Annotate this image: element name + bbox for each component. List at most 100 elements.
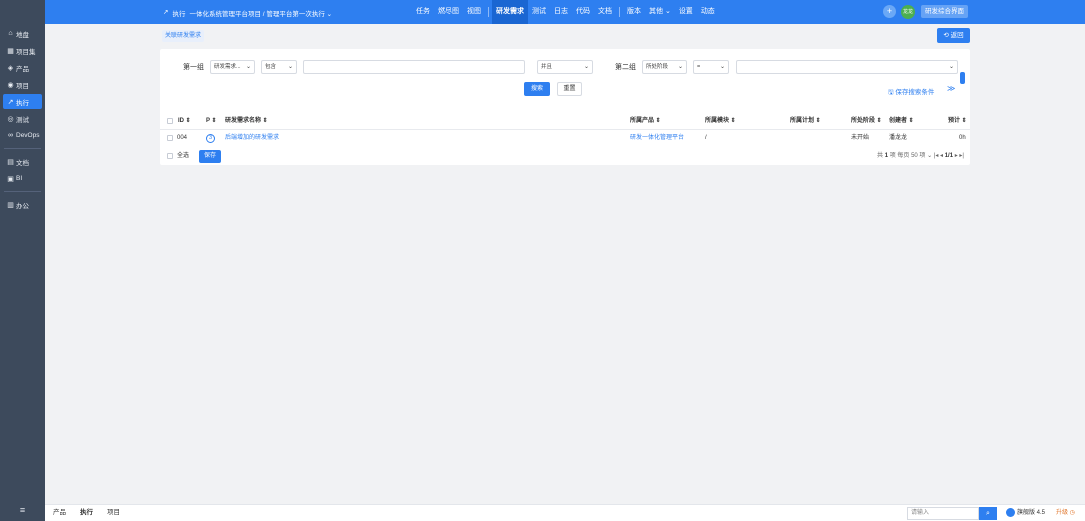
row-creator: 潘龙龙 <box>889 135 908 141</box>
infinity-icon: ∞ <box>8 132 13 139</box>
sidebar-item-devops[interactable]: ∞ DevOps <box>3 128 42 143</box>
breadcrumb-root[interactable]: 执行 <box>172 8 185 18</box>
execution-icon: ↗ <box>7 98 14 106</box>
sidebar-item-label: 产品 <box>16 65 29 73</box>
header-checkbox[interactable] <box>167 118 173 124</box>
sidebar-menu-toggle-icon[interactable]: ≡ <box>0 505 45 515</box>
group2-operator-select[interactable]: = ⌄ <box>693 60 729 74</box>
back-button[interactable]: ⟲ 返回 <box>937 28 970 43</box>
prev-page-icon[interactable]: ◂ <box>940 153 943 159</box>
bottom-tab-execution[interactable]: 执行 <box>80 505 93 521</box>
per-page-select[interactable]: 每页 50 项 ⌄ <box>897 153 932 159</box>
nav-test[interactable]: 测试 <box>528 0 550 24</box>
breadcrumb-project-switcher[interactable]: 一体化系统管理平台项目 / 管理平台第一次执行 ⌄ <box>189 8 332 18</box>
group2-field-value: 所处阶段 <box>646 64 669 70</box>
home-icon: ⌂ <box>8 30 13 37</box>
group2-field-select[interactable]: 所处阶段 ⌄ <box>642 60 687 74</box>
sidebar-item-doc[interactable]: ▤ 文档 <box>3 154 42 169</box>
nav-log[interactable]: 日志 <box>550 0 572 24</box>
nav-view[interactable]: 视图 <box>463 0 485 24</box>
group1-operator-value: 包含 <box>265 64 277 70</box>
column-header-name[interactable]: 研发需求名称 ⇕ <box>225 113 268 130</box>
column-header-stage[interactable]: 所处阶段 ⇕ <box>851 113 882 130</box>
group1-value-input[interactable] <box>303 60 525 74</box>
sidebar-item-execution[interactable]: ↗ 执行 <box>3 94 42 109</box>
reset-button[interactable]: 重置 <box>557 82 582 96</box>
bottom-tab-project[interactable]: 项目 <box>107 505 120 521</box>
sidebar-item-label: 执行 <box>16 99 29 107</box>
plus-icon[interactable]: + <box>883 5 896 18</box>
chevron-down-icon: ⌄ <box>245 64 251 70</box>
sidebar-item-office[interactable]: ▥ 办公 <box>3 197 42 212</box>
nav-settings[interactable]: 设置 <box>675 0 697 24</box>
save-button[interactable]: 保存 <box>199 150 221 163</box>
search-form-scrollbar[interactable] <box>960 72 965 84</box>
save-search-condition-link[interactable]: 🖫 保存搜索条件 <box>888 86 934 99</box>
first-page-icon[interactable]: |◂ <box>934 153 939 159</box>
group1-label: 第一组 <box>183 64 204 71</box>
select-all-checkbox[interactable] <box>167 153 173 159</box>
table-footer: 全选 保存 共 1 项 每页 50 项 ⌄ |◂ ◂ 1/1 ▸ ▸| <box>160 148 970 165</box>
bottom-bar: 产品 执行 项目 请输入 ⌕ 旗舰版 4.5 升级 ◷ <box>45 504 1085 521</box>
column-header-estimate[interactable]: 预计 ⇕ <box>948 113 967 130</box>
nav-story[interactable]: 研发需求 <box>492 0 528 24</box>
document-icon: ▤ <box>7 158 14 166</box>
sidebar-item-test[interactable]: ◎ 测试 <box>3 111 42 126</box>
column-header-id[interactable]: ID ⇕ <box>178 113 191 130</box>
group1-field-value: 研发需求... <box>214 64 241 70</box>
nav-other-dropdown[interactable]: 其他 ⌄ <box>645 0 675 24</box>
nav-dynamic[interactable]: 动态 <box>697 0 719 24</box>
version-info: 旗舰版 4.5 <box>1006 505 1045 521</box>
avatar[interactable]: 龙龙 <box>901 5 915 19</box>
link-story-button[interactable]: 关联研发需求 <box>162 30 205 42</box>
save-search-condition-label: 保存搜索条件 <box>895 89 935 96</box>
sidebar-item-label: 项目 <box>16 82 29 90</box>
row-product-link[interactable]: 研发一体化管理平台 <box>630 130 684 147</box>
column-header-creator[interactable]: 创建者 ⇕ <box>889 113 914 130</box>
main-nav: 任务 燃尽图 视图 研发需求 测试 日志 代码 文档 版本 其他 ⌄ 设置 动态 <box>412 0 719 24</box>
sidebar-item-label: 文档 <box>16 159 29 167</box>
sidebar-item-dashboard[interactable]: ⌂ 地盘 <box>3 26 42 41</box>
sidebar-item-label: DevOps <box>16 132 40 139</box>
search-icon[interactable]: ⌕ <box>979 507 997 520</box>
column-header-priority[interactable]: P ⇕ <box>206 113 217 130</box>
project-icon: ◉ <box>7 81 14 89</box>
nav-build[interactable]: 版本 <box>623 0 645 24</box>
nav-task[interactable]: 任务 <box>412 0 434 24</box>
row-story-name-link[interactable]: 后端增加的研发需求 <box>225 130 279 147</box>
row-id: 004 <box>177 135 188 141</box>
last-page-icon[interactable]: ▸| <box>959 153 964 159</box>
sidebar-divider <box>4 148 41 149</box>
switch-interface-button[interactable]: 研发综合界面 <box>921 5 968 18</box>
nav-doc[interactable]: 文档 <box>594 0 616 24</box>
global-search-input[interactable]: 请输入 <box>907 507 979 520</box>
nav-burndown[interactable]: 燃尽图 <box>434 0 463 24</box>
row-checkbox[interactable] <box>167 135 173 141</box>
nav-code[interactable]: 代码 <box>572 0 594 24</box>
column-header-module[interactable]: 所属模块 ⇕ <box>705 113 736 130</box>
row-stage: 未开始 <box>851 135 870 141</box>
column-header-plan[interactable]: 所属计划 ⇕ <box>790 113 821 130</box>
sidebar-divider <box>4 191 41 192</box>
upgrade-link[interactable]: 升级 ◷ <box>1056 505 1075 521</box>
search-button[interactable]: 搜索 <box>524 82 550 96</box>
group2-value-select[interactable]: ⌄ <box>736 60 958 74</box>
group1-field-select[interactable]: 研发需求... ⌄ <box>210 60 255 74</box>
column-header-product[interactable]: 所属产品 ⇕ <box>630 113 661 130</box>
sidebar-logo-area <box>0 0 45 24</box>
sidebar: ⌂ 地盘 ▦ 项目集 ◈ 产品 ◉ 项目 ↗ 执行 ◎ 测试 ∞ DevOps ▤ 文档 ▣ BI… <box>0 0 45 521</box>
sidebar-item-label: BI <box>16 175 23 182</box>
select-all-label[interactable]: 全选 <box>177 148 189 165</box>
expand-search-icon[interactable]: ≫ <box>947 84 955 93</box>
office-icon: ▥ <box>7 201 14 209</box>
sidebar-item-product[interactable]: ◈ 产品 <box>3 60 42 75</box>
chart-icon: ▣ <box>7 175 14 183</box>
sidebar-item-bi[interactable]: ▣ BI <box>3 171 42 186</box>
sidebar-item-program[interactable]: ▦ 项目集 <box>3 43 42 58</box>
bottom-tab-product[interactable]: 产品 <box>53 505 66 521</box>
and-or-select[interactable]: 并且 ⌄ <box>537 60 593 74</box>
pager-total-suffix: 项 <box>889 153 896 159</box>
group1-operator-select[interactable]: 包含 ⌄ <box>261 60 297 74</box>
next-page-icon[interactable]: ▸ <box>955 153 958 159</box>
sidebar-item-project[interactable]: ◉ 项目 <box>3 77 42 92</box>
